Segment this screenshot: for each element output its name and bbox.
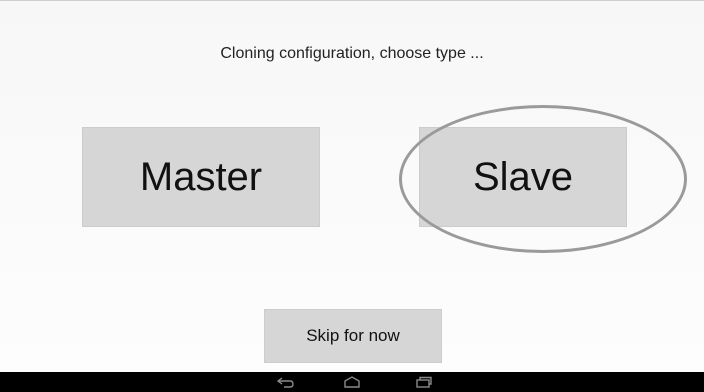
slave-button[interactable]: Slave	[419, 127, 627, 227]
skip-for-now-button[interactable]: Skip for now	[264, 309, 442, 363]
master-button[interactable]: Master	[82, 127, 320, 227]
back-icon[interactable]	[276, 376, 296, 388]
clone-config-screen: Cloning configuration, choose type ... M…	[0, 0, 704, 372]
home-icon[interactable]	[342, 376, 362, 388]
page-title: Cloning configuration, choose type ...	[220, 45, 484, 62]
system-navigation-bar	[0, 372, 704, 392]
recent-apps-icon[interactable]	[414, 376, 434, 388]
